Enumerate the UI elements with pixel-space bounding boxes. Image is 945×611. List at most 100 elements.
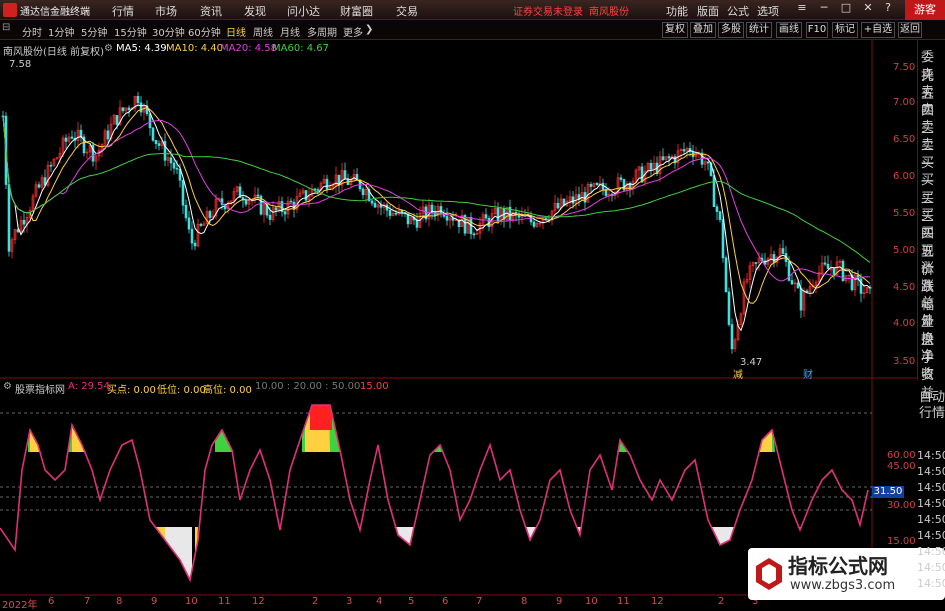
time-label: 14:50 bbox=[917, 513, 945, 526]
date-label: 10 bbox=[185, 596, 198, 607]
ma60-label: MA60: 4.67 bbox=[272, 43, 330, 54]
period-5min[interactable]: 5分钟 bbox=[81, 24, 107, 39]
period-multi[interactable]: 多周期 bbox=[307, 24, 337, 39]
menu-quotes[interactable]: 行情 bbox=[112, 3, 134, 19]
date-label: 8 bbox=[116, 596, 123, 607]
period-60min[interactable]: 60分钟 bbox=[188, 24, 221, 39]
close-icon[interactable]: ✕ bbox=[862, 1, 874, 17]
f10-button[interactable]: F10 bbox=[806, 22, 828, 38]
stats-button[interactable]: 统计 bbox=[746, 22, 772, 38]
menu-trade[interactable]: 交易 bbox=[396, 3, 418, 19]
indicator-axis-label: 15.00 bbox=[887, 536, 916, 547]
menu-options[interactable]: 选项 bbox=[757, 3, 779, 19]
date-label: 2 bbox=[312, 596, 319, 607]
mark-button[interactable]: 标记 bbox=[832, 22, 858, 38]
price-axis-label: 5.50 bbox=[893, 208, 916, 219]
candle-body bbox=[7, 184, 11, 252]
ma10-label: MA10: 4.40 bbox=[166, 43, 224, 54]
multi-stock-button[interactable]: 多股 bbox=[718, 22, 744, 38]
indicator-high-value: 高位: 0.00 bbox=[203, 385, 252, 396]
candle-body bbox=[706, 161, 710, 164]
maximize-icon[interactable]: □ bbox=[840, 1, 852, 17]
candle-body bbox=[682, 149, 686, 152]
add-favorite-button[interactable]: +自选 bbox=[861, 22, 895, 38]
indicator-settings-icon[interactable]: ⚙ bbox=[3, 381, 12, 392]
period-more[interactable]: 更多 bbox=[343, 24, 363, 39]
toolbar-menu-icon[interactable]: ⊟ bbox=[2, 22, 16, 38]
period-30min[interactable]: 30分钟 bbox=[152, 24, 185, 39]
candle-body bbox=[712, 175, 716, 207]
candle-body bbox=[571, 196, 575, 204]
candle-body bbox=[106, 130, 110, 140]
candle-body bbox=[244, 199, 248, 205]
back-button[interactable]: 返回 bbox=[898, 22, 922, 38]
candle-body bbox=[796, 282, 800, 289]
menu-function[interactable]: 功能 bbox=[666, 3, 688, 19]
candle-body bbox=[394, 212, 398, 215]
quote-label[interactable]: 行情 bbox=[919, 402, 945, 421]
indicator-axis-label: 60.00 bbox=[887, 450, 916, 461]
guest-button[interactable]: 游客 bbox=[905, 0, 945, 20]
period-tick[interactable]: 分时 bbox=[22, 24, 42, 39]
gear-icon[interactable]: ⚙ bbox=[104, 43, 113, 54]
adjust-button[interactable]: 复权 bbox=[662, 22, 688, 38]
date-label: 11 bbox=[617, 596, 630, 607]
time-label: 14:50 bbox=[917, 561, 945, 574]
minimize-icon[interactable]: ─ bbox=[818, 1, 830, 17]
period-1min[interactable]: 1分钟 bbox=[48, 24, 74, 39]
period-monthly[interactable]: 月线 bbox=[280, 24, 300, 39]
candle-body bbox=[136, 96, 140, 104]
menu-discover[interactable]: 发现 bbox=[244, 3, 266, 19]
candle-body bbox=[187, 217, 191, 230]
overlay-button[interactable]: 叠加 bbox=[690, 22, 716, 38]
draw-button[interactable]: 画线 bbox=[776, 22, 802, 38]
price-chart[interactable] bbox=[0, 40, 917, 596]
ma5-label: MA5: 4.39 bbox=[116, 43, 167, 54]
candle-body bbox=[49, 164, 53, 167]
candle-body bbox=[640, 166, 644, 183]
price-axis-label: 7.00 bbox=[893, 97, 916, 108]
period-daily[interactable]: 日线 bbox=[226, 24, 246, 39]
candle-body bbox=[772, 254, 776, 263]
candle-body bbox=[256, 194, 260, 197]
menu-market[interactable]: 市场 bbox=[155, 3, 177, 19]
peak-zone-fill bbox=[310, 405, 332, 430]
date-label: 9 bbox=[151, 596, 158, 607]
time-label: 14:50 bbox=[917, 545, 945, 558]
candle-body bbox=[754, 262, 758, 264]
login-notice[interactable]: 证券交易未登录 bbox=[513, 3, 583, 18]
low-zone-fill bbox=[795, 527, 805, 528]
period-15min[interactable]: 15分钟 bbox=[114, 24, 147, 39]
menu-layout[interactable]: 版面 bbox=[697, 3, 719, 19]
auto-quote-panel: 自动 行情 bbox=[917, 380, 945, 421]
date-label: 10 bbox=[585, 596, 598, 607]
chart-title: 南风股份(日线 前复权) bbox=[3, 47, 104, 58]
date-label: 9 bbox=[556, 596, 563, 607]
ma60-line bbox=[2, 116, 871, 263]
candle-body bbox=[268, 214, 272, 220]
period-weekly[interactable]: 周线 bbox=[253, 24, 273, 39]
menu-icon[interactable]: ≡ bbox=[796, 1, 808, 17]
menu-ask[interactable]: 问小达 bbox=[287, 3, 320, 19]
help-icon[interactable]: ? bbox=[882, 1, 894, 17]
candle-body bbox=[730, 324, 734, 350]
more-arrow-icon[interactable]: ❯ bbox=[365, 24, 373, 35]
watermark-logo-icon bbox=[756, 558, 782, 590]
candle-body bbox=[316, 189, 320, 191]
menu-formula[interactable]: 公式 bbox=[727, 3, 749, 19]
candle-body bbox=[283, 211, 287, 215]
candle-body bbox=[556, 202, 560, 209]
indicator-a-line bbox=[0, 404, 869, 583]
candle-body bbox=[127, 107, 131, 110]
price-axis-label: 3.50 bbox=[893, 356, 916, 367]
date-label: 12 bbox=[252, 596, 265, 607]
menu-wealth[interactable]: 财富圈 bbox=[340, 3, 373, 19]
date-label: 11 bbox=[218, 596, 231, 607]
time-label: 14:50 bbox=[917, 465, 945, 478]
price-axis-label: 5.00 bbox=[893, 245, 916, 256]
candle-body bbox=[121, 107, 125, 112]
price-axis-label: 6.50 bbox=[893, 134, 916, 145]
watermark-title: 指标公式网 bbox=[788, 554, 888, 578]
ma10-line bbox=[2, 106, 871, 304]
menu-news[interactable]: 资讯 bbox=[200, 3, 222, 19]
